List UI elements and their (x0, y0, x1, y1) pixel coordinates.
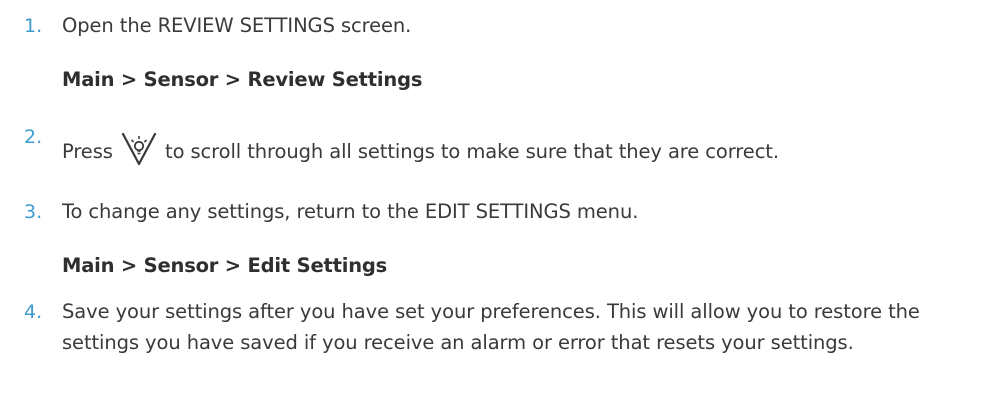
menu-path: Main > Sensor > Review Settings (62, 68, 423, 91)
step-text-after-icon: to scroll through all settings to make s… (158, 140, 779, 163)
menu-path: Main > Sensor > Edit Settings (62, 254, 388, 277)
step-text-before-icon: Press (62, 140, 119, 163)
step-number: 2. (24, 126, 43, 148)
step-text: Save your settings after you have set yo… (62, 300, 920, 354)
step-text: Press to scroll through all settings to … (62, 131, 779, 167)
step-text: Open the REVIEW SETTINGS screen. (62, 14, 412, 37)
step-number: 3. (24, 201, 43, 223)
step-number: 1. (24, 15, 43, 37)
step-text: To change any settings, return to the ED… (62, 200, 639, 223)
scroll-button-icon (121, 132, 157, 166)
step-number: 4. (24, 301, 43, 323)
instruction-document: 1. Open the REVIEW SETTINGS screen. Main… (0, 0, 1007, 406)
